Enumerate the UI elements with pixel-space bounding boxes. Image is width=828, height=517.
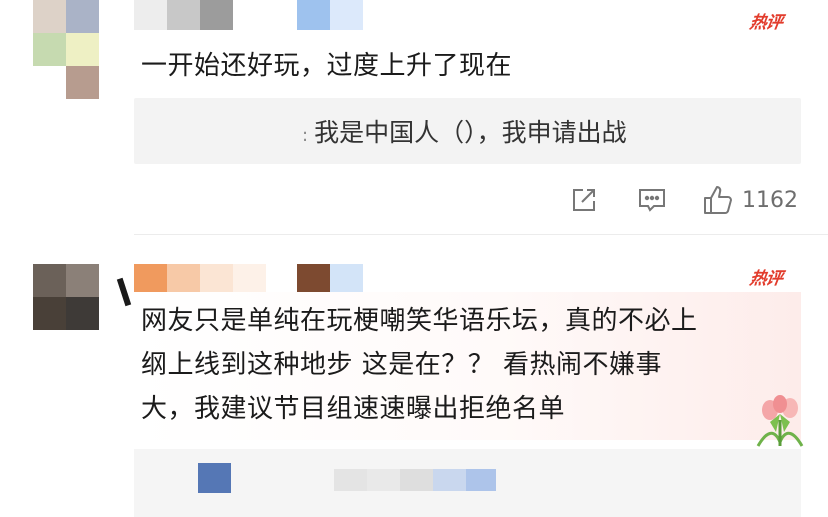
comment-text: 一开始还好玩，过度上升了现在 (141, 51, 513, 81)
comment-text-line-3: 大，我建议节目组速速曝出拒绝名单 (141, 394, 566, 424)
hot-comment-badge: 热评 (748, 269, 784, 289)
comment-icon (637, 186, 667, 214)
hot-comment-badge: 热评 (748, 13, 784, 33)
reply-preview[interactable] (134, 449, 801, 517)
quote-prefix: : (302, 125, 309, 146)
username[interactable] (134, 264, 364, 294)
quoted-text: : 我是中国人（），我申请出战 (302, 113, 627, 149)
tulip-decoration-icon (748, 392, 812, 452)
divider (134, 234, 828, 235)
avatar[interactable] (33, 0, 99, 99)
avatar[interactable] (33, 264, 132, 330)
like-button[interactable]: 1162 (702, 184, 798, 216)
like-count: 1162 (742, 187, 798, 213)
comment-button[interactable] (637, 186, 667, 214)
share-icon (570, 186, 598, 214)
share-button[interactable] (570, 186, 598, 214)
comment-text-line-1: 网友只是单纯在玩梗嘲笑华语乐坛，真的不必上 (141, 306, 698, 336)
comment-text-line-2: 纲上线到这种地步 这是在？？ 看热闹不嫌事 (141, 350, 663, 380)
thumbs-up-icon (702, 184, 734, 216)
username[interactable] (134, 0, 364, 30)
quote-body: 我是中国人（），我申请出战 (314, 118, 627, 147)
